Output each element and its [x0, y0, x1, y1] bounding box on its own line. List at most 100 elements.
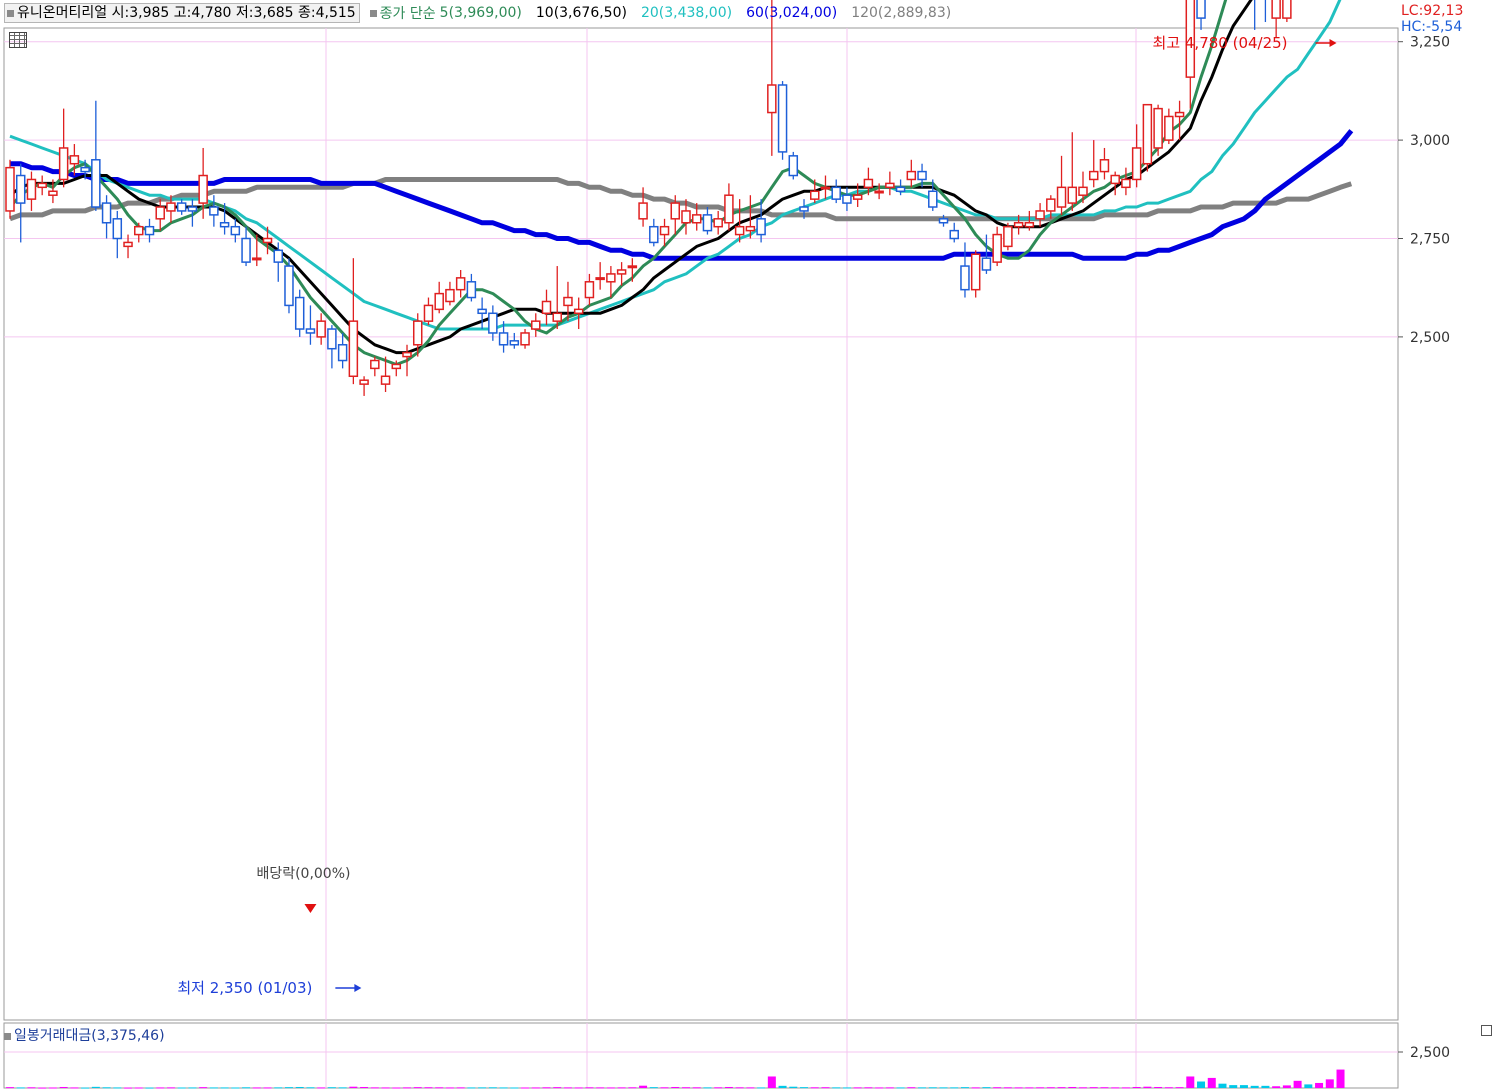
volume-bar [649, 1087, 658, 1089]
volume-bar [252, 1087, 261, 1089]
ma60-legend[interactable]: 60(3,024,00) [746, 5, 837, 21]
candle-body [26, 178, 37, 200]
volume-bar [896, 1087, 905, 1089]
candle-body [938, 218, 949, 224]
volume-bar [478, 1087, 487, 1089]
candle-body [359, 379, 369, 385]
panel-toggle-icon[interactable] [1481, 1025, 1492, 1036]
y-tick-label: 2,500 [1410, 330, 1450, 346]
volume-bar [199, 1087, 208, 1089]
ma5-legend[interactable]: 5(3,969,00) [440, 5, 522, 21]
candle-body [627, 265, 638, 269]
candle-body [970, 253, 981, 291]
volume-bar [853, 1087, 862, 1089]
ma60-label: 60 [746, 5, 764, 21]
table-icon[interactable] [9, 32, 27, 48]
candle-body [767, 84, 777, 114]
candle-body [713, 218, 723, 228]
candle-body [1131, 147, 1142, 181]
candle-body [262, 237, 273, 244]
volume-bar [1197, 1081, 1206, 1088]
title-box[interactable]: 유니온머티리얼 시:3,985 고:4,780 저:3,685 종:4,515 [4, 3, 360, 23]
candle-body [219, 222, 230, 228]
candle-body [691, 214, 702, 224]
volume-bar [295, 1086, 304, 1088]
volume-bar [1154, 1086, 1163, 1088]
candle-body [80, 166, 90, 173]
ma120-legend[interactable]: 120(2,889,83) [851, 5, 951, 21]
candle-body [209, 206, 219, 216]
candle-body [1121, 178, 1131, 189]
candle-body [187, 206, 198, 212]
candle-body [327, 328, 337, 350]
candle-body [520, 332, 530, 346]
price-panel-frame [3, 27, 1399, 1021]
candle-body [144, 225, 155, 236]
candle-body [176, 202, 187, 212]
ma10-legend[interactable]: 10(3,676,50) [536, 5, 627, 21]
volume-bar [1036, 1087, 1045, 1089]
volume-bar [692, 1087, 701, 1089]
volume-bar [671, 1086, 680, 1088]
candle-body [488, 312, 498, 334]
candle-body [842, 194, 852, 204]
volume-bar [757, 1087, 766, 1089]
volume-bar [928, 1087, 937, 1089]
candle-body [252, 257, 262, 261]
ma-bullet-icon [369, 9, 377, 17]
candle [5, 159, 15, 219]
y-tick-label: 3,000 [1410, 133, 1450, 149]
candle-body [1174, 111, 1185, 118]
volume-bar [1121, 1087, 1130, 1089]
candle [1282, 0, 1292, 23]
volume-bar [1046, 1087, 1055, 1089]
volume-bar [145, 1087, 154, 1089]
volume-bar [821, 1087, 830, 1089]
volume-bar [349, 1086, 358, 1088]
candle-body [316, 320, 326, 338]
volume-bar [392, 1087, 401, 1089]
chart-canvas[interactable]: 2,5002,7503,0003,2503,5003,7504,0004,250… [0, 0, 1501, 1090]
volume-bar [885, 1087, 894, 1089]
candle-body [48, 190, 58, 196]
volume-bar [950, 1087, 959, 1089]
volume-bar [27, 1087, 36, 1089]
volume-bar [1003, 1087, 1012, 1089]
volume-bar [1132, 1086, 1141, 1088]
candle-body [756, 218, 766, 236]
lc-value: LC:92,13 [1401, 3, 1464, 19]
volume-bar [113, 1087, 122, 1089]
volume-bar [1325, 1079, 1334, 1088]
candle-body [1024, 222, 1035, 228]
volume-bar [1014, 1087, 1023, 1089]
candle [1003, 222, 1013, 251]
candle-body [445, 288, 455, 303]
volume-bar [982, 1087, 991, 1089]
volume-bar [971, 1087, 980, 1089]
candle-body [37, 182, 47, 189]
y-tick-label: 2,750 [1410, 232, 1450, 248]
volume-bar [327, 1087, 336, 1089]
volume-bar [553, 1087, 562, 1089]
volume-bar [1261, 1085, 1270, 1088]
volume-bar [1218, 1083, 1227, 1088]
volume-bar [424, 1087, 433, 1089]
candle-body [123, 241, 133, 248]
candle-body [863, 178, 874, 189]
volume-bar [681, 1087, 690, 1089]
candle-body [573, 308, 584, 315]
candle-body [1271, 0, 1281, 19]
volume-bar [714, 1087, 723, 1089]
candle-body [1196, 0, 1206, 19]
volume-bar [1229, 1085, 1238, 1088]
candle-body [69, 155, 80, 165]
candle-body [402, 351, 412, 358]
volume-bar [445, 1087, 454, 1089]
volume-bar [606, 1087, 615, 1089]
candle-body [5, 166, 15, 212]
volume-bar [864, 1087, 873, 1089]
volume-bar [1315, 1082, 1324, 1088]
candle-body [1282, 0, 1292, 19]
ma20-legend[interactable]: 20(3,438,00) [641, 5, 732, 21]
candle-body [949, 229, 959, 240]
